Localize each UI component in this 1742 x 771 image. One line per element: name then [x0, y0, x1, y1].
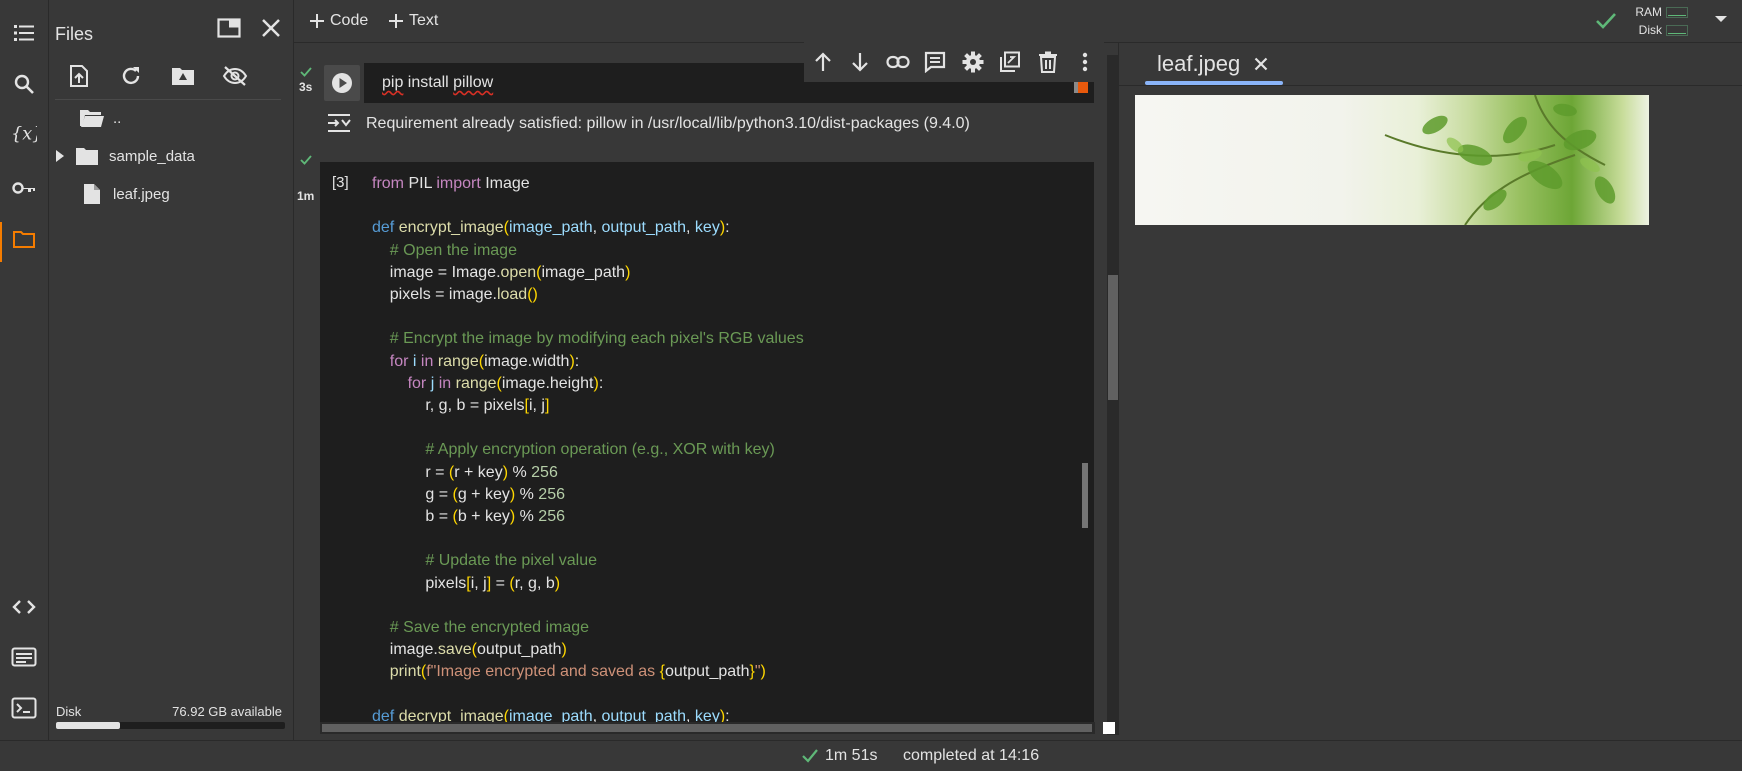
- tab-leaf-jpeg[interactable]: leaf.jpeg: [1145, 45, 1281, 83]
- execution-count: [3]: [332, 174, 349, 191]
- success-check-icon: [802, 749, 818, 763]
- comment-icon[interactable]: [923, 50, 947, 74]
- folder-icon[interactable]: [11, 226, 37, 252]
- cell-duration: 1m: [297, 189, 315, 203]
- move-up-icon[interactable]: [811, 50, 835, 74]
- run-cell-button[interactable]: [324, 65, 360, 101]
- cell-success-check-icon: [300, 67, 312, 77]
- add-text-label: Text: [409, 12, 439, 29]
- close-icon[interactable]: [257, 14, 285, 42]
- leaf-image-picture: [1384, 95, 1616, 225]
- chevron-right-icon[interactable]: [55, 150, 65, 162]
- file-icon: [83, 183, 101, 205]
- files-panel: Files .. sample_data leaf.jpeg Disk 76.9…: [49, 0, 294, 740]
- ram-usage-bar: [1666, 7, 1688, 18]
- add-text-button[interactable]: Text: [389, 10, 438, 32]
- terminal-icon[interactable]: [11, 695, 37, 721]
- active-indicator: [0, 222, 2, 262]
- search-icon[interactable]: [11, 71, 37, 97]
- tree-item-label: ..: [113, 109, 122, 127]
- move-down-icon[interactable]: [848, 50, 872, 74]
- scrollbar-thumb[interactable]: [1108, 275, 1118, 400]
- more-options-icon[interactable]: [1073, 50, 1097, 74]
- link-icon[interactable]: [886, 50, 910, 74]
- cell-source-pip: pip: [382, 74, 404, 91]
- output-actions-icon[interactable]: [326, 112, 352, 134]
- secrets-key-icon[interactable]: [11, 175, 37, 201]
- chevron-down-icon[interactable]: [1714, 14, 1728, 24]
- scrollbar-thumb[interactable]: [322, 724, 1092, 732]
- cell-duration: 3s: [299, 80, 313, 94]
- open-in-tab-icon[interactable]: [215, 14, 243, 42]
- hide-files-icon[interactable]: [221, 62, 249, 90]
- notebook-toolbar: Code Text RAM Disk: [294, 0, 1742, 43]
- play-icon: [332, 73, 352, 93]
- refresh-icon[interactable]: [117, 62, 145, 90]
- execution-duration[interactable]: 1m 51s: [825, 747, 877, 765]
- plus-icon: [310, 14, 324, 28]
- delete-icon[interactable]: [1036, 50, 1060, 74]
- disk-usage-fill: [56, 722, 121, 729]
- code-snippets-icon[interactable]: [11, 594, 37, 620]
- code-cell[interactable]: [3] from PIL import Image def encrypt_im…: [320, 162, 1094, 730]
- disk-usage-bar: [56, 722, 285, 729]
- table-of-contents-icon[interactable]: [11, 20, 37, 46]
- cell-scrollbar-thumb[interactable]: [1082, 463, 1088, 528]
- image-preview: [1135, 95, 1649, 225]
- folder-icon: [75, 146, 99, 166]
- notebook: 3s pip install pillow Requirement alread…: [294, 42, 1118, 733]
- command-palette-icon[interactable]: [11, 644, 37, 670]
- tree-item-leaf-jpeg[interactable]: leaf.jpeg: [83, 180, 170, 208]
- divider: [55, 99, 281, 100]
- disk-available: 76.92 GB available: [172, 704, 282, 719]
- close-tab-icon[interactable]: [1254, 57, 1268, 71]
- scrollbar-corner: [1103, 722, 1115, 734]
- cell-output: Requirement already satisfied: pillow in…: [320, 103, 1094, 145]
- divider: [1119, 85, 1742, 86]
- disk-label: Disk: [1638, 23, 1662, 37]
- status-bar: 1m 51s completed at 14:16: [0, 740, 1742, 771]
- code-editor[interactable]: from PIL import Image def encrypt_image(…: [372, 173, 804, 728]
- mirror-cell-icon[interactable]: [998, 50, 1022, 74]
- files-title: Files: [55, 24, 94, 44]
- plus-icon: [389, 14, 403, 28]
- open-folder-icon: [79, 107, 105, 129]
- tree-item-label: leaf.jpeg: [113, 185, 170, 203]
- mount-drive-icon[interactable]: [169, 62, 197, 90]
- variables-icon[interactable]: {x}: [11, 121, 37, 147]
- svg-text:{x}: {x}: [11, 125, 37, 145]
- tree-item-sample-data[interactable]: sample_data: [55, 142, 195, 170]
- cell-toolbar: [804, 42, 1104, 82]
- file-viewer-pane: leaf.jpeg: [1118, 43, 1742, 733]
- cell-source-install: install: [403, 74, 454, 91]
- cell-horizontal-scrollbar[interactable]: [320, 722, 1095, 734]
- cell-source-pillow: pillow: [453, 74, 494, 91]
- disk-usage-bar: [1666, 25, 1688, 36]
- tree-item-parent[interactable]: ..: [79, 104, 121, 132]
- completed-time[interactable]: completed at 14:16: [903, 747, 1039, 765]
- ram-label: RAM: [1635, 5, 1662, 19]
- add-code-button[interactable]: Code: [310, 10, 368, 32]
- add-code-label: Code: [330, 12, 369, 29]
- output-text: Requirement already satisfied: pillow in…: [366, 115, 970, 132]
- tree-item-label: sample_data: [109, 147, 195, 165]
- cell-success-check-icon: [300, 155, 312, 165]
- disk-label: Disk: [56, 704, 82, 719]
- upload-icon[interactable]: [65, 62, 93, 90]
- resources-button[interactable]: RAM Disk: [1630, 2, 1690, 38]
- cell-source[interactable]: pip install pillow: [382, 74, 493, 92]
- tab-label: leaf.jpeg: [1157, 51, 1241, 76]
- left-rail: {x}: [0, 0, 49, 740]
- connected-check-icon: [1595, 12, 1617, 30]
- gear-icon[interactable]: [961, 50, 985, 74]
